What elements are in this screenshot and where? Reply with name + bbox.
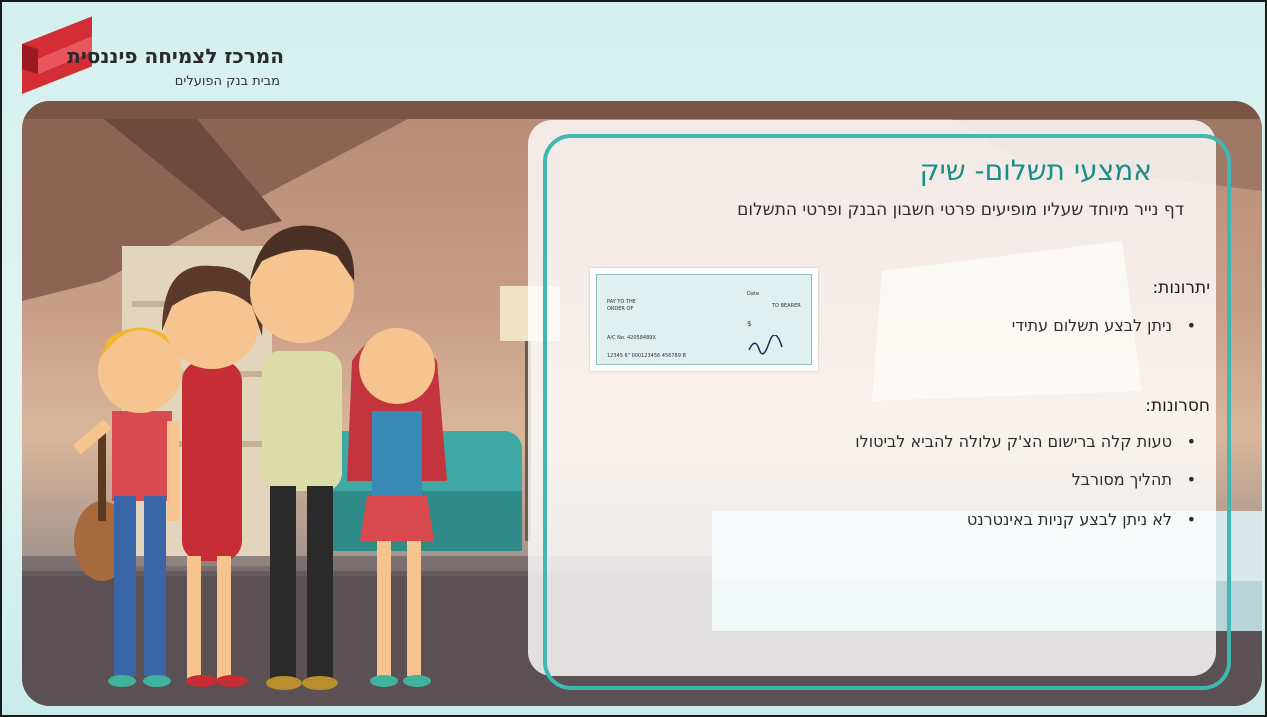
slide-subtitle: דף נייר מיוחד שעליו מופיעים פרטי חשבון ה… [737,200,1184,220]
slide-title: אמצעי תשלום- שיק [919,154,1152,187]
logo-subtitle: מבית בנק הפועלים [174,74,280,89]
disadvantage-item: תהליך מסורבל [1072,470,1197,489]
logo-title: המרכז לצמיחה פיננסית [67,44,284,68]
slide-content: אמצעי תשלום- שיק דף נייר מיוחד שעליו מופ… [528,120,1216,676]
advantage-item: ניתן לבצע תשלום עתידי [1012,316,1197,335]
advantages-heading: יתרונות: [1152,278,1210,298]
disadvantages-heading: חסרונות: [1145,396,1210,416]
disadvantage-item: טעות קלה ברישום הצ'ק עלולה להביא לביטולו [855,432,1195,451]
disadvantage-item: לא ניתן לבצע קניות באינטרנט [967,510,1196,529]
logo: המרכז לצמיחה פיננסית מבית בנק הפועלים [22,14,284,94]
